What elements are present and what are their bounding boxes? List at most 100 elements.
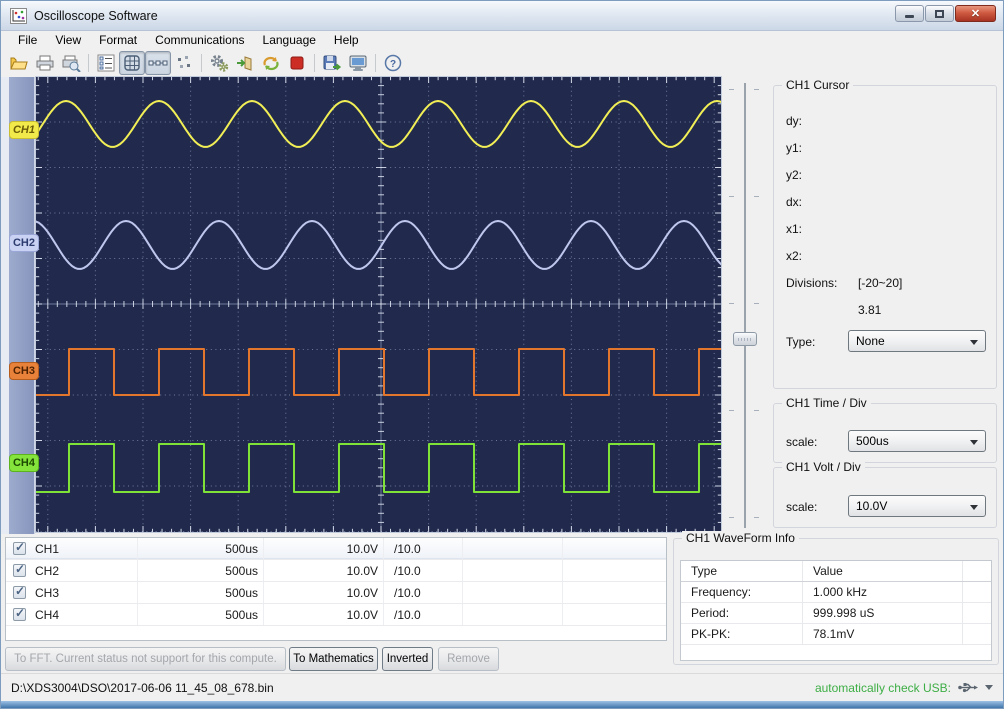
svg-text:?: ? xyxy=(390,59,396,70)
app-window: Oscilloscope Software ✕ File View Format… xyxy=(0,0,1004,709)
usb-dropdown-arrow[interactable] xyxy=(985,685,993,694)
volt-div-title: CH1 Volt / Div xyxy=(782,460,865,474)
x2-label: x2: xyxy=(786,249,802,263)
channel-marker-ch3[interactable]: CH3 xyxy=(9,362,39,380)
open-folder-icon xyxy=(9,54,29,72)
waveform-info-panel: CH1 WaveForm Info Type Value Frequency:1… xyxy=(673,538,999,665)
cursor-panel-title: CH1 Cursor xyxy=(782,78,853,92)
grid-icon xyxy=(123,54,141,72)
restore-button[interactable] xyxy=(925,5,954,22)
import-data-button[interactable] xyxy=(232,51,258,75)
channel-table: CH1500us10.0V/10.0CH2500us10.0V/10.0CH35… xyxy=(5,537,667,641)
print-icon xyxy=(35,54,55,72)
toolbar-separator xyxy=(375,54,376,72)
channel-table-row[interactable]: CH2500us10.0V/10.0 xyxy=(6,560,666,582)
time-scale-select[interactable]: 500us xyxy=(848,430,986,452)
usb-status-label: automatically check USB: xyxy=(815,681,951,695)
help-button[interactable]: ? xyxy=(380,51,406,75)
vertical-slider xyxy=(723,77,767,534)
minimize-icon xyxy=(905,15,914,18)
slider-handle[interactable] xyxy=(733,332,757,346)
cursor-type-select[interactable]: None xyxy=(848,330,986,352)
inverted-button[interactable]: Inverted xyxy=(382,647,433,671)
waveform-info-header: Type Value xyxy=(681,561,991,582)
close-icon: ✕ xyxy=(971,7,980,20)
menu-communications[interactable]: Communications xyxy=(146,32,253,49)
menu-format[interactable]: Format xyxy=(90,32,146,49)
slider-ticks xyxy=(754,89,759,522)
dx-label: dx: xyxy=(786,195,802,209)
volt-scale-select[interactable]: 10.0V xyxy=(848,495,986,517)
minimize-button[interactable] xyxy=(895,5,924,22)
points-display-button[interactable] xyxy=(171,51,197,75)
channel-marker-ch2[interactable]: CH2 xyxy=(9,234,39,252)
menu-view[interactable]: View xyxy=(46,32,90,49)
channel-name: CH3 xyxy=(35,586,59,600)
dy-label: dy: xyxy=(786,114,802,128)
waveform-canvas[interactable] xyxy=(36,77,721,532)
y1-label: y1: xyxy=(786,141,802,155)
open-file-button[interactable] xyxy=(6,51,32,75)
to-fft-button: To FFT. Current status not support for t… xyxy=(5,647,286,671)
slider-track[interactable] xyxy=(744,83,746,528)
toolbar: ? xyxy=(1,49,1003,77)
volt-scale-value: 10.0V xyxy=(856,499,887,513)
screen-capture-button[interactable] xyxy=(345,51,371,75)
stop-button[interactable] xyxy=(284,51,310,75)
file-path: D:\XDS3004\DSO\2017-06-06 11_45_08_678.b… xyxy=(11,681,274,695)
channel-checkbox[interactable] xyxy=(13,586,26,599)
window-bottom-edge xyxy=(1,701,1003,709)
divisions-label: Divisions: xyxy=(786,276,837,290)
y2-label: y2: xyxy=(786,168,802,182)
waveform-info-title: CH1 WaveForm Info xyxy=(682,531,799,545)
value-column-header: Value xyxy=(803,561,963,581)
settings-button[interactable] xyxy=(206,51,232,75)
x1-label: x1: xyxy=(786,222,802,236)
grid-display-button[interactable] xyxy=(119,51,145,75)
channel-checkbox[interactable] xyxy=(13,542,26,555)
channel-name: CH2 xyxy=(35,564,59,578)
title-bar: Oscilloscope Software ✕ xyxy=(1,1,1003,31)
close-button[interactable]: ✕ xyxy=(955,5,996,22)
channel-table-row[interactable]: CH3500us10.0V/10.0 xyxy=(6,582,666,604)
time-scale-value: 500us xyxy=(856,434,889,448)
print-button[interactable] xyxy=(32,51,58,75)
cursor-type-value: None xyxy=(856,334,885,348)
menu-help[interactable]: Help xyxy=(325,32,368,49)
type-label: Type: xyxy=(786,335,815,349)
channel-table-row[interactable]: CH1500us10.0V/10.0 xyxy=(6,538,666,560)
channel-list-icon xyxy=(97,54,115,72)
save-image-button[interactable] xyxy=(319,51,345,75)
divisions-range: [-20~20] xyxy=(858,276,902,290)
waveform-display[interactable] xyxy=(36,77,721,532)
channel-list-button[interactable] xyxy=(93,51,119,75)
menu-language[interactable]: Language xyxy=(254,32,325,49)
print-preview-button[interactable] xyxy=(58,51,84,75)
monitor-icon xyxy=(348,54,368,72)
refresh-button[interactable] xyxy=(258,51,284,75)
remove-button: Remove xyxy=(438,647,499,671)
waveform-info-row: Period:999.998 uS xyxy=(681,603,991,624)
window-title: Oscilloscope Software xyxy=(34,9,158,23)
app-icon xyxy=(10,8,27,24)
channel-marker-ch1[interactable]: CH1 xyxy=(9,121,39,139)
channel-checkbox[interactable] xyxy=(13,564,26,577)
dots-line-icon xyxy=(148,54,168,72)
menu-file[interactable]: File xyxy=(9,32,46,49)
channel-marker-ch4[interactable]: CH4 xyxy=(9,454,39,472)
channel-checkbox[interactable] xyxy=(13,608,26,621)
gears-icon xyxy=(209,54,229,73)
time-div-panel: CH1 Time / Div scale: 500us xyxy=(773,403,997,463)
slider-ticks xyxy=(729,89,734,522)
type-column-header: Type xyxy=(681,561,803,581)
to-mathematics-button[interactable]: To Mathematics xyxy=(289,647,378,671)
usb-icon xyxy=(957,681,979,694)
toolbar-separator xyxy=(88,54,89,72)
channel-table-row[interactable]: CH4500us10.0V/10.0 xyxy=(6,604,666,626)
points-icon xyxy=(176,55,192,71)
channel-name: CH4 xyxy=(35,608,59,622)
left-gutter xyxy=(1,77,9,534)
dots-line-display-button[interactable] xyxy=(145,51,171,75)
volt-scale-label: scale: xyxy=(786,500,817,514)
import-icon xyxy=(235,54,255,72)
